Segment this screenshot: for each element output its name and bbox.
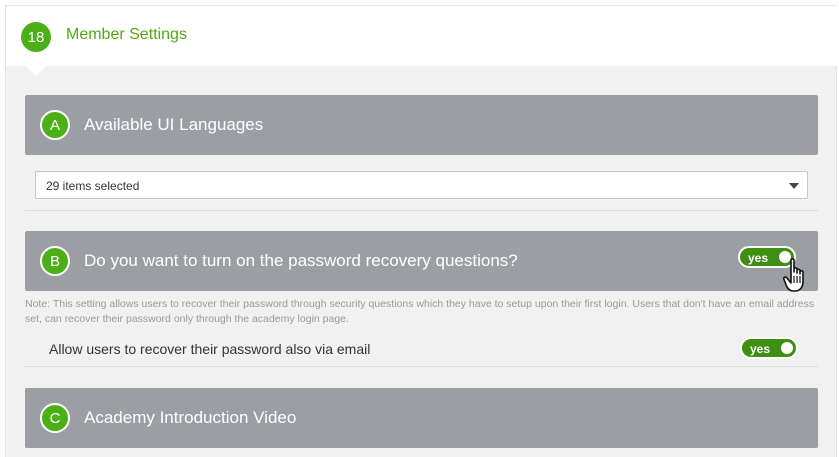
hand-pointer-icon (783, 258, 804, 292)
section-title: Academy Introduction Video (84, 408, 297, 427)
section-letter-badge: B (40, 246, 70, 276)
email-recovery-label: Allow users to recover their password al… (49, 341, 371, 357)
section-header-intro-video: C Academy Introduction Video (25, 388, 818, 448)
settings-panel: 18 Member Settings A Available UI Langua… (5, 5, 837, 457)
toggle-label: yes (748, 251, 769, 265)
section-header-password-recovery: B Do you want to turn on the password re… (25, 231, 818, 291)
password-recovery-note: Note: This setting allows users to recov… (25, 298, 815, 325)
chevron-down-icon (789, 183, 799, 189)
email-recovery-toggle[interactable]: yes (740, 337, 798, 359)
toggle-label: yes (750, 342, 771, 356)
divider (25, 210, 818, 211)
section-title: Do you want to turn on the password reco… (84, 251, 518, 270)
section-letter-badge: A (40, 110, 70, 140)
section-header-ui-languages: A Available UI Languages (25, 95, 818, 155)
ui-languages-select[interactable]: 29 items selected (35, 171, 808, 199)
toggle-knob (781, 342, 793, 354)
section-letter-badge: C (40, 403, 70, 433)
section-title: Available UI Languages (84, 115, 264, 134)
step-header: 18 Member Settings (6, 5, 837, 76)
step-number-badge: 18 (21, 22, 51, 52)
header-pointer-arrow (26, 66, 46, 76)
divider (25, 366, 818, 367)
select-value: 29 items selected (46, 179, 140, 193)
step-title: Member Settings (66, 26, 187, 43)
